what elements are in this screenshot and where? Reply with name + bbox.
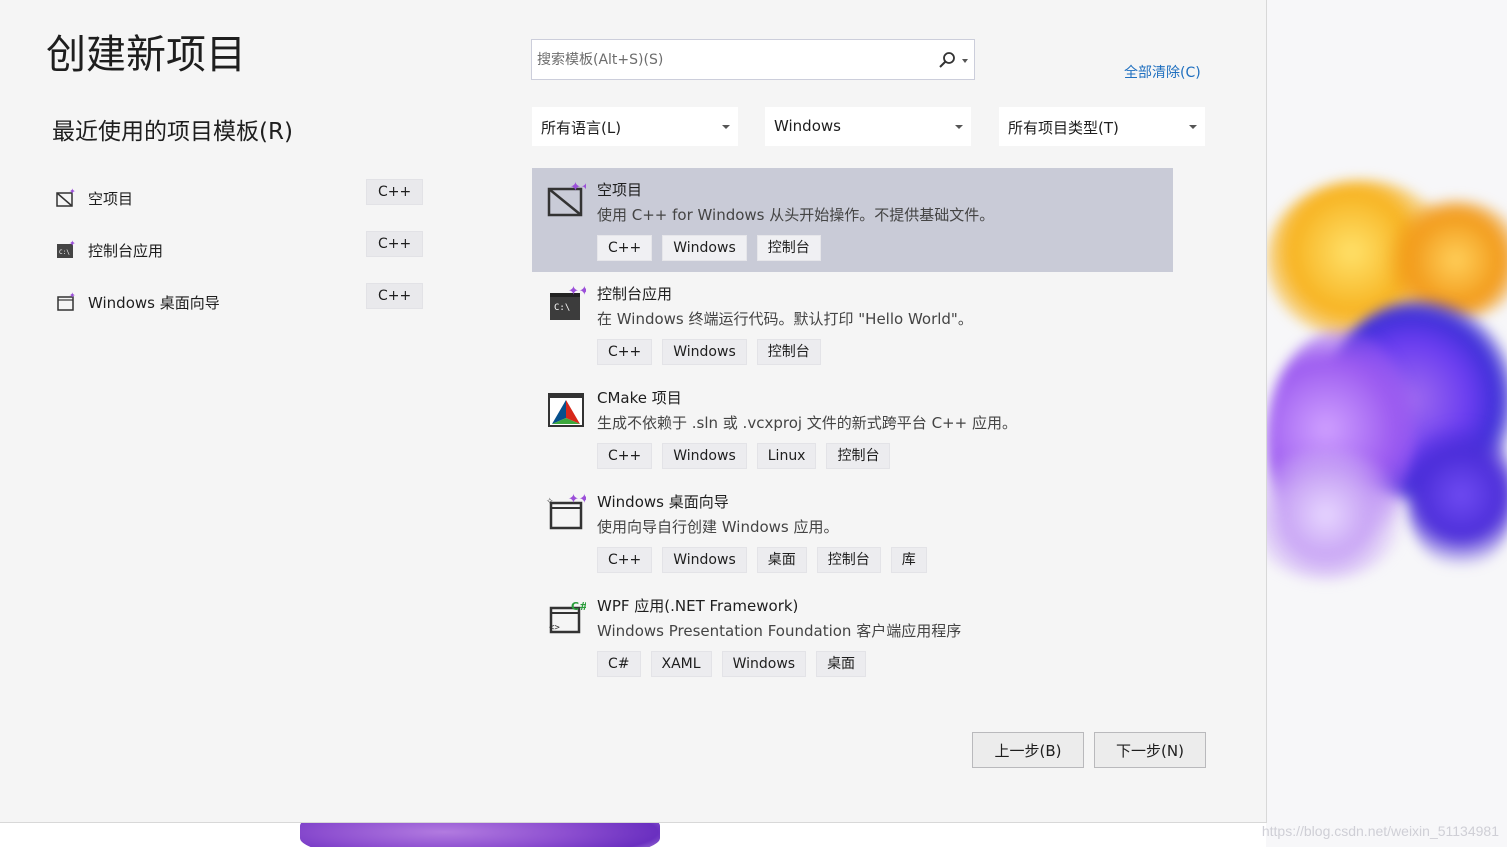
chevron-down-icon (722, 125, 730, 129)
watermark: https://blog.csdn.net/weixin_51134981 (1261, 823, 1499, 839)
template-tag: C# (597, 651, 641, 677)
template-list[interactable]: ✦✦ 空项目 使用 C++ for Windows 从头开始操作。不提供基础文件… (532, 168, 1173, 704)
recent-item-label: 控制台应用 (88, 241, 164, 260)
back-button[interactable]: 上一步(B) (972, 732, 1084, 768)
template-tag: C++ (597, 339, 653, 365)
template-tag: 库 (890, 547, 927, 573)
svg-text:C#: C# (571, 600, 586, 613)
svg-text:✧: ✧ (546, 497, 554, 507)
console-app-icon: C:\ ✦✦ (546, 284, 590, 324)
page-title: 创建新项目 (46, 32, 246, 78)
template-item-cmake-project[interactable]: CMake 项目 生成不依赖于 .sln 或 .vcxproj 文件的新式跨平台… (532, 376, 1173, 480)
recent-templates-heading: 最近使用的项目模板(R) (52, 119, 293, 145)
svg-text:✦✦: ✦✦ (570, 180, 586, 195)
search-input[interactable] (532, 40, 932, 79)
search-icon[interactable] (938, 51, 956, 69)
create-project-dialog: 创建新项目 最近使用的项目模板(R) ✦ 空项目 C++ C:\ ✦ 控制台应用 … (0, 0, 1267, 823)
template-tags: C++ Windows Linux 控制台 (597, 443, 891, 469)
background-art (1266, 0, 1507, 847)
template-search-box[interactable] (531, 39, 975, 80)
desktop-wizard-icon: ✧ ✦✦ (546, 492, 590, 532)
recent-item-label: 空项目 (88, 189, 134, 208)
template-tag: 控制台 (826, 443, 891, 469)
clear-all-link[interactable]: 全部清除(C) (1124, 62, 1201, 82)
svg-text:✦✦: ✦✦ (568, 284, 586, 299)
template-tag: Windows (662, 547, 747, 573)
template-description: 生成不依赖于 .sln 或 .vcxproj 文件的新式跨平台 C++ 应用。 (597, 414, 1017, 432)
language-filter-value: 所有语言(L) (541, 119, 622, 137)
recent-item-console-app[interactable]: C:\ ✦ 控制台应用 C++ (52, 224, 424, 276)
template-item-wpf-app[interactable]: <> C# WPF 应用(.NET Framework) Windows Pres… (532, 584, 1173, 688)
platform-filter-dropdown[interactable]: Windows (765, 107, 971, 146)
template-name: CMake 项目 (597, 389, 682, 407)
template-tag: Windows (721, 651, 807, 677)
template-tag: C++ (597, 443, 653, 469)
cmake-icon (546, 388, 586, 428)
template-tag: 桌面 (756, 547, 807, 573)
recent-item-desktop-wizard[interactable]: ✦ Windows 桌面向导 C++ (52, 276, 424, 328)
template-tag: Windows (662, 339, 747, 365)
project-type-filter-value: 所有项目类型(T) (1008, 119, 1119, 137)
svg-text:C:\: C:\ (59, 249, 70, 256)
template-item-empty-project[interactable]: ✦✦ 空项目 使用 C++ for Windows 从头开始操作。不提供基础文件… (532, 168, 1173, 272)
template-tags: C++ Windows 控制台 (597, 339, 821, 365)
template-name: 控制台应用 (597, 285, 673, 303)
template-tag: C++ (597, 547, 653, 573)
template-description: 使用 C++ for Windows 从头开始操作。不提供基础文件。 (597, 206, 995, 224)
template-item-console-app[interactable]: C:\ ✦✦ 控制台应用 在 Windows 终端运行代码。默认打印 "Hello… (532, 272, 1173, 376)
svg-text:C:\: C:\ (554, 303, 570, 313)
template-tag: 控制台 (756, 339, 821, 365)
background-bottom (0, 822, 1266, 847)
recent-item-lang-tag: C++ (366, 231, 424, 257)
project-type-filter-dropdown[interactable]: 所有项目类型(T) (999, 107, 1205, 146)
template-tag: C++ (597, 235, 653, 261)
template-name: WPF 应用(.NET Framework) (597, 597, 799, 615)
next-button[interactable]: 下一步(N) (1094, 732, 1206, 768)
template-name: 空项目 (597, 181, 643, 199)
template-tags: C# XAML Windows 桌面 (597, 651, 867, 677)
recent-templates-list: ✦ 空项目 C++ C:\ ✦ 控制台应用 C++ ✦ Windows 桌面向导 … (52, 172, 424, 328)
recent-item-lang-tag: C++ (366, 283, 424, 309)
list-scroll-fade (532, 694, 1173, 708)
empty-project-icon: ✦✦ (546, 180, 592, 220)
template-tag: 控制台 (756, 235, 821, 261)
chevron-down-icon[interactable] (962, 59, 968, 63)
svg-text:✦: ✦ (69, 291, 76, 300)
template-tag: Windows (662, 443, 747, 469)
svg-text:✦: ✦ (69, 187, 76, 196)
svg-text:✦: ✦ (69, 239, 76, 248)
template-tags: C++ Windows 桌面 控制台 库 (597, 547, 927, 573)
template-description: 使用向导自行创建 Windows 应用。 (597, 518, 839, 536)
template-tag: XAML (650, 651, 712, 677)
console-app-icon: C:\ ✦ (55, 239, 77, 261)
language-filter-dropdown[interactable]: 所有语言(L) (532, 107, 738, 146)
recent-item-empty-project[interactable]: ✦ 空项目 C++ (52, 172, 424, 224)
template-tag: 桌面 (816, 651, 867, 677)
recent-item-label: Windows 桌面向导 (88, 293, 220, 312)
empty-project-icon: ✦ (55, 187, 77, 209)
chevron-down-icon (955, 125, 963, 129)
chevron-down-icon (1189, 125, 1197, 129)
desktop-wizard-icon: ✦ (55, 291, 77, 313)
svg-text:✦✦: ✦✦ (568, 492, 586, 507)
platform-filter-value: Windows (774, 117, 841, 135)
template-tag: 控制台 (816, 547, 881, 573)
template-description: Windows Presentation Foundation 客户端应用程序 (597, 622, 962, 640)
template-tag: Windows (662, 235, 747, 261)
svg-text:<>: <> (549, 623, 560, 633)
template-tag: Linux (756, 443, 817, 469)
template-name: Windows 桌面向导 (597, 493, 729, 511)
template-tags: C++ Windows 控制台 (597, 235, 821, 261)
template-item-desktop-wizard[interactable]: ✧ ✦✦ Windows 桌面向导 使用向导自行创建 Windows 应用。 C+… (532, 480, 1173, 584)
recent-item-lang-tag: C++ (366, 179, 424, 205)
wpf-app-icon: <> C# (546, 596, 588, 636)
template-description: 在 Windows 终端运行代码。默认打印 "Hello World"。 (597, 310, 973, 328)
